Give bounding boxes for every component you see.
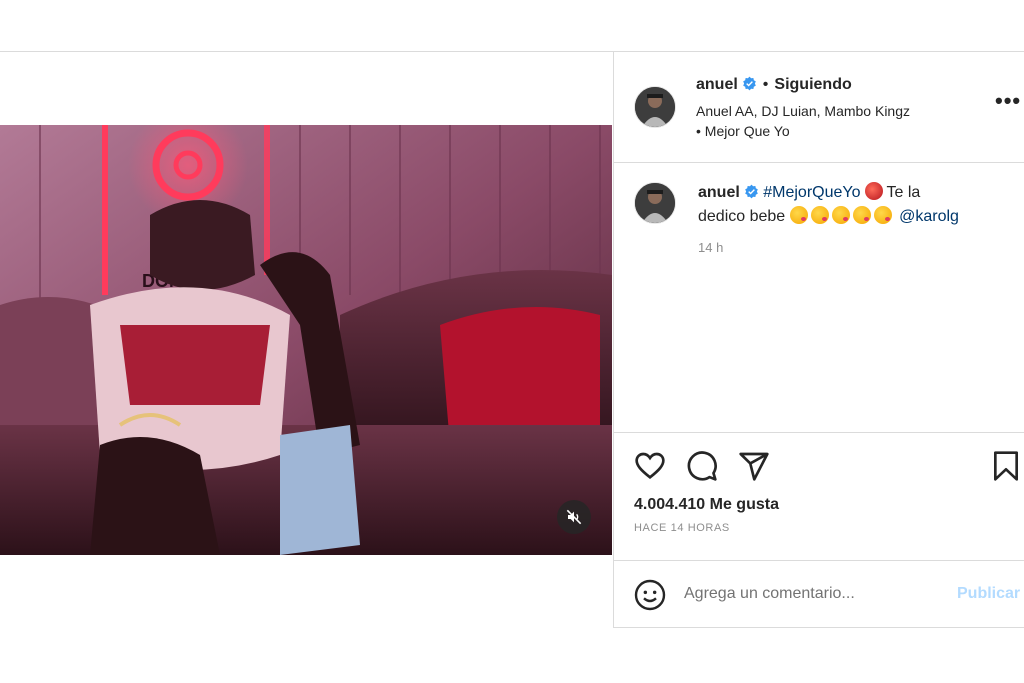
follow-status-button[interactable]: Siguiendo xyxy=(774,76,851,93)
heart-icon[interactable] xyxy=(634,450,666,482)
post-video[interactable]: DON xyxy=(0,125,612,555)
bookmark-icon[interactable] xyxy=(990,450,1022,482)
avatar-image xyxy=(635,87,675,127)
posted-time[interactable]: HACE 14 HORAS xyxy=(634,522,730,534)
separator-dot: • xyxy=(762,76,769,93)
caption-text: anuel #MejorQueYo Te la dedico bebe @karo… xyxy=(698,181,1018,229)
emoji-icon[interactable] xyxy=(634,579,666,611)
author-username[interactable]: anuel xyxy=(696,76,738,93)
caption-text-part2: dedico bebe xyxy=(698,208,786,225)
verified-badge-icon xyxy=(742,76,756,91)
kissing-face-emoji xyxy=(810,206,829,224)
share-icon[interactable] xyxy=(738,450,770,482)
video-frame: DON xyxy=(0,125,612,555)
kissing-face-emoji xyxy=(852,206,871,224)
comment-icon[interactable] xyxy=(686,450,718,482)
comment-input[interactable] xyxy=(684,581,934,607)
kissing-face-emoji xyxy=(831,206,850,224)
header-title-row: anuel • Siguiendo xyxy=(696,76,852,94)
action-bar xyxy=(634,450,1024,482)
audio-attribution[interactable]: Anuel AA, DJ Luian, Mambo Kingz • Mejor … xyxy=(696,101,916,141)
caption-timestamp[interactable]: 14 h xyxy=(698,240,723,255)
hashtag-link[interactable]: #MejorQueYo xyxy=(763,184,860,201)
caption-text-part1: Te la xyxy=(886,184,921,201)
muted-speaker-icon xyxy=(566,509,582,525)
avatar-image xyxy=(635,183,675,223)
kissing-face-emoji xyxy=(873,206,892,224)
header-divider xyxy=(614,162,1024,163)
kissing-face-emoji xyxy=(789,206,808,224)
comment-box: Publicar xyxy=(614,561,1024,628)
author-avatar[interactable] xyxy=(634,86,676,128)
mute-toggle-button[interactable] xyxy=(557,500,591,534)
post-sidebar: anuel • Siguiendo Anuel AA, DJ Luian, Mamb… xyxy=(614,52,1024,628)
more-options-icon[interactable]: ••• xyxy=(995,90,1021,112)
mention-link[interactable]: @karolg xyxy=(899,208,959,225)
caption-username[interactable]: anuel xyxy=(698,184,740,201)
verified-badge-icon xyxy=(744,184,758,199)
actions-divider xyxy=(614,432,1024,433)
devil-face-emoji xyxy=(864,182,883,200)
likes-count[interactable]: 4.004.410 Me gusta xyxy=(634,496,779,514)
post-header: anuel • Siguiendo Anuel AA, DJ Luian, Mamb… xyxy=(614,52,1024,162)
publish-button[interactable]: Publicar xyxy=(957,585,1020,603)
caption-author-avatar[interactable] xyxy=(634,182,676,224)
